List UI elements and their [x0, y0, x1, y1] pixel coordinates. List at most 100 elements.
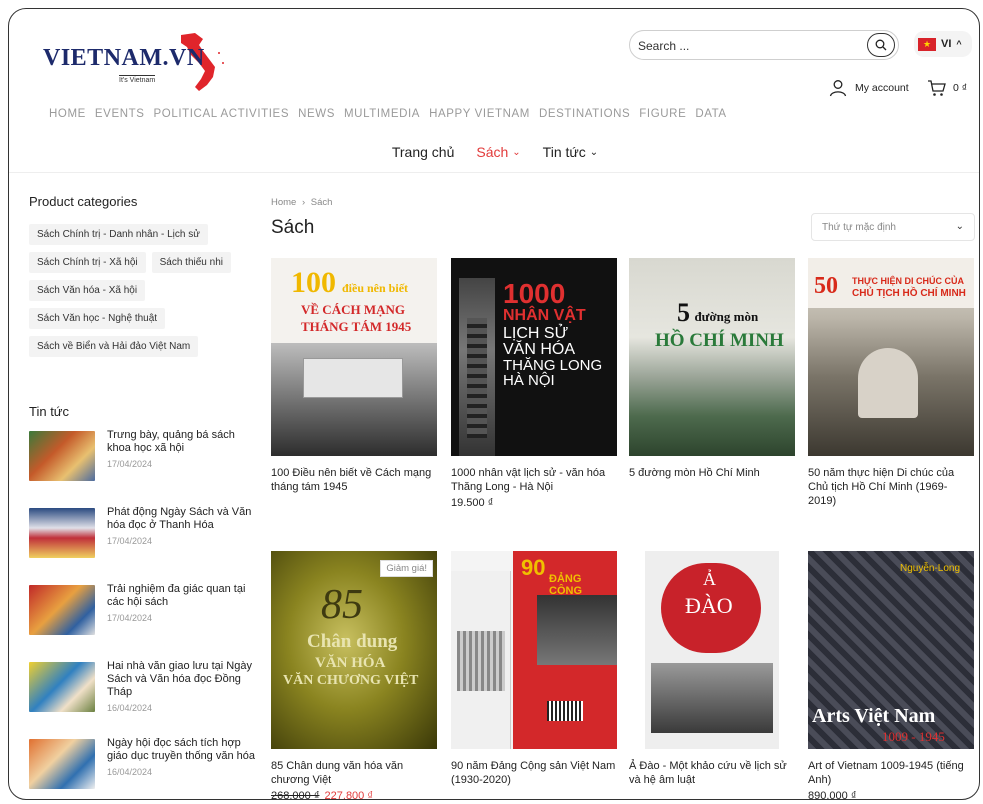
header-divider	[9, 172, 979, 173]
user-icon	[829, 80, 847, 97]
cover-text: THÁNG TÁM 1945	[301, 319, 412, 334]
product-cover[interactable]: 1000 NHÂN VẬT LỊCH SỬ VĂN HÓA THĂNG LONG…	[451, 258, 617, 456]
site-logo[interactable]: VIETNAM.VN It's Vietnam	[43, 33, 233, 93]
product-cover[interactable]: Ả ĐÀO	[629, 551, 795, 749]
product-card[interactable]: 1000 NHÂN VẬT LỊCH SỬ VĂN HÓA THĂNG LONG…	[451, 258, 617, 509]
cover-text: CHỦ TỊCH HỒ CHÍ MINH	[852, 288, 966, 299]
cover-number: 85	[321, 582, 363, 628]
nav-news[interactable]: NEWS	[298, 108, 335, 120]
product-card[interactable]: Ả ĐÀO Ả Đào - Một khảo cứu về lịch sử và…	[629, 551, 795, 787]
product-cover[interactable]: 100 điều nên biết VỀ CÁCH MẠNG THÁNG TÁM…	[271, 258, 437, 456]
sort-select[interactable]: Thứ tự mặc định ⌄	[811, 213, 975, 241]
cover-text: Chân dung	[307, 631, 398, 652]
product-sale-price: 227.800 ₫	[324, 790, 373, 800]
product-name[interactable]: Art of Vietnam 1009-1945 (tiếng Anh)	[808, 759, 974, 787]
nav-happy-vietnam[interactable]: HAPPY VIETNAM	[429, 108, 530, 120]
cover-text: THỰC HIỆN DI CHÚC CỦA	[852, 276, 964, 286]
product-name[interactable]: 5 đường mòn Hồ Chí Minh	[629, 466, 795, 480]
account-link[interactable]: My account	[829, 79, 909, 97]
product-card[interactable]: 85 Chân dung VĂN HÓA VĂN CHƯƠNG VIỆT Giả…	[271, 551, 437, 800]
news-item[interactable]: Trải nghiệm đa giác quan tại các hội sác…	[29, 583, 259, 660]
news-thumbnail	[29, 662, 95, 712]
product-cover[interactable]: 85 Chân dung VĂN HÓA VĂN CHƯƠNG VIỆT Giả…	[271, 551, 437, 749]
cover-number: 100	[291, 266, 336, 299]
cart-link[interactable]: 0 ₫	[927, 79, 967, 97]
nav-political-activities[interactable]: POLITICAL ACTIVITIES	[154, 108, 290, 120]
news-item[interactable]: Hai nhà văn giao lưu tại Ngày Sách và Vă…	[29, 660, 259, 737]
cover-text: VĂN HÓA	[503, 341, 576, 358]
news-item-date: 16/04/2024	[107, 703, 153, 713]
category-tag[interactable]: Sách Văn học - Nghệ thuật	[29, 308, 166, 329]
nav-data[interactable]: DATA	[695, 108, 726, 120]
subnav-news-label: Tin tức	[542, 144, 586, 160]
page-title: Sách	[271, 217, 315, 238]
language-selector[interactable]: ★ VI ^	[914, 31, 972, 57]
cover-text: HÀ NỘI	[503, 372, 555, 389]
category-tag[interactable]: Sách Chính trị - Xã hội	[29, 252, 146, 273]
account-label: My account	[855, 82, 909, 94]
product-card[interactable]: Nguyễn-Long Arts Việt Nam 1009 - 1945 Ar…	[808, 551, 974, 799]
category-tag[interactable]: Sách về Biển và Hải đảo Việt Nam	[29, 336, 199, 357]
search-button[interactable]	[867, 33, 895, 57]
cover-text: VĂN HÓA	[315, 655, 386, 671]
cover-text: đường mòn	[694, 309, 759, 324]
browser-frame: VIETNAM.VN It's Vietnam ★ VI ^ My accoun…	[8, 8, 980, 800]
cover-text: VỀ CÁCH MẠNG	[301, 302, 405, 317]
categories-title: Product categories	[29, 194, 138, 209]
product-name[interactable]: 50 năm thực hiện Di chúc của Chủ tịch Hồ…	[808, 466, 974, 508]
sub-navigation: Trang chủ Sách ⌄ Tin tức ⌄	[9, 144, 979, 160]
sort-label: Thứ tự mặc định	[822, 222, 896, 233]
breadcrumb: Home › Sách	[271, 197, 332, 208]
cart-total: 0 ₫	[953, 82, 968, 94]
product-card[interactable]: 5 đường mòn HỒ CHÍ MINH 5 đường mòn Hồ C…	[629, 258, 795, 480]
cover-text: ĐẢNG CỘNG	[549, 573, 582, 597]
news-title: Tin tức	[29, 404, 70, 419]
product-name[interactable]: 85 Chân dung văn hóa văn chương Việt	[271, 759, 437, 787]
product-cover[interactable]: Nguyễn-Long Arts Việt Nam 1009 - 1945	[808, 551, 974, 749]
category-tag[interactable]: Sách Chính trị - Danh nhân - Lịch sử	[29, 224, 208, 245]
news-item-title: Hai nhà văn giao lưu tại Ngày Sách và Vă…	[107, 660, 252, 698]
breadcrumb-current: Sách	[310, 197, 333, 208]
category-tag[interactable]: Sách Văn hóa - Xã hội	[29, 280, 146, 301]
subnav-books[interactable]: Sách ⌄	[476, 144, 520, 160]
product-card[interactable]: 50 THỰC HIỆN DI CHÚC CỦA CHỦ TỊCH HỒ CHÍ…	[808, 258, 974, 508]
product-cover[interactable]: 90 ĐẢNG CỘNG	[451, 551, 617, 749]
cover-text: 1009 - 1945	[882, 729, 945, 744]
nav-figure[interactable]: FIGURE	[639, 108, 686, 120]
top-navigation: HOME EVENTS POLITICAL ACTIVITIES NEWS MU…	[49, 108, 727, 120]
news-item-title: Trải nghiệm đa giác quan tại các hội sác…	[107, 583, 246, 608]
news-thumbnail	[29, 739, 95, 789]
news-thumbnail	[29, 585, 95, 635]
search-input[interactable]	[638, 35, 848, 57]
news-item[interactable]: Phát động Ngày Sách và Văn hóa đọc ở Tha…	[29, 506, 259, 583]
nav-multimedia[interactable]: MULTIMEDIA	[344, 108, 420, 120]
category-tag[interactable]: Sách thiếu nhi	[151, 252, 231, 273]
nav-destinations[interactable]: DESTINATIONS	[539, 108, 630, 120]
breadcrumb-home[interactable]: Home	[271, 197, 296, 208]
subnav-news[interactable]: Tin tức ⌄	[543, 144, 598, 160]
category-list: Sách Chính trị - Danh nhân - Lịch sử Sác…	[29, 224, 259, 357]
cover-text: ĐÀO	[685, 593, 733, 618]
product-name[interactable]: 90 năm Đảng Cộng sản Việt Nam (1930-2020…	[451, 759, 617, 787]
chevron-up-icon: ^	[956, 39, 962, 49]
nav-home[interactable]: HOME	[49, 108, 86, 120]
news-item-title: Phát động Ngày Sách và Văn hóa đọc ở Tha…	[107, 506, 252, 531]
product-cover[interactable]: 5 đường mòn HỒ CHÍ MINH	[629, 258, 795, 456]
subnav-home[interactable]: Trang chủ	[392, 144, 455, 160]
chevron-down-icon: ⌄	[589, 147, 599, 158]
product-name[interactable]: Ả Đào - Một khảo cứu về lịch sử và hệ âm…	[629, 759, 795, 787]
cover-text: VĂN CHƯƠNG VIỆT	[283, 673, 419, 688]
product-name[interactable]: 100 Điều nên biết về Cách mạng tháng tám…	[271, 466, 437, 494]
product-cover[interactable]: 50 THỰC HIỆN DI CHÚC CỦA CHỦ TỊCH HỒ CHÍ…	[808, 258, 974, 456]
news-item-date: 17/04/2024	[107, 459, 153, 469]
cover-number: 1000	[503, 278, 566, 309]
product-name[interactable]: 1000 nhân vật lịch sử - văn hóa Thăng Lo…	[451, 466, 617, 494]
product-card[interactable]: 100 điều nên biết VỀ CÁCH MẠNG THÁNG TÁM…	[271, 258, 437, 494]
news-item[interactable]: Trưng bày, quảng bá sách khoa học xã hội…	[29, 429, 259, 506]
news-item[interactable]: Ngày hội đọc sách tích hợp giáo dục truy…	[29, 737, 259, 799]
nav-events[interactable]: EVENTS	[95, 108, 145, 120]
news-item-date: 16/04/2024	[107, 767, 153, 777]
product-price: 19.500 ₫	[451, 497, 494, 509]
cover-text: Nguyễn-Long	[900, 563, 961, 574]
product-card[interactable]: 90 ĐẢNG CỘNG 90 năm Đảng Cộng sản Việt N…	[451, 551, 617, 787]
